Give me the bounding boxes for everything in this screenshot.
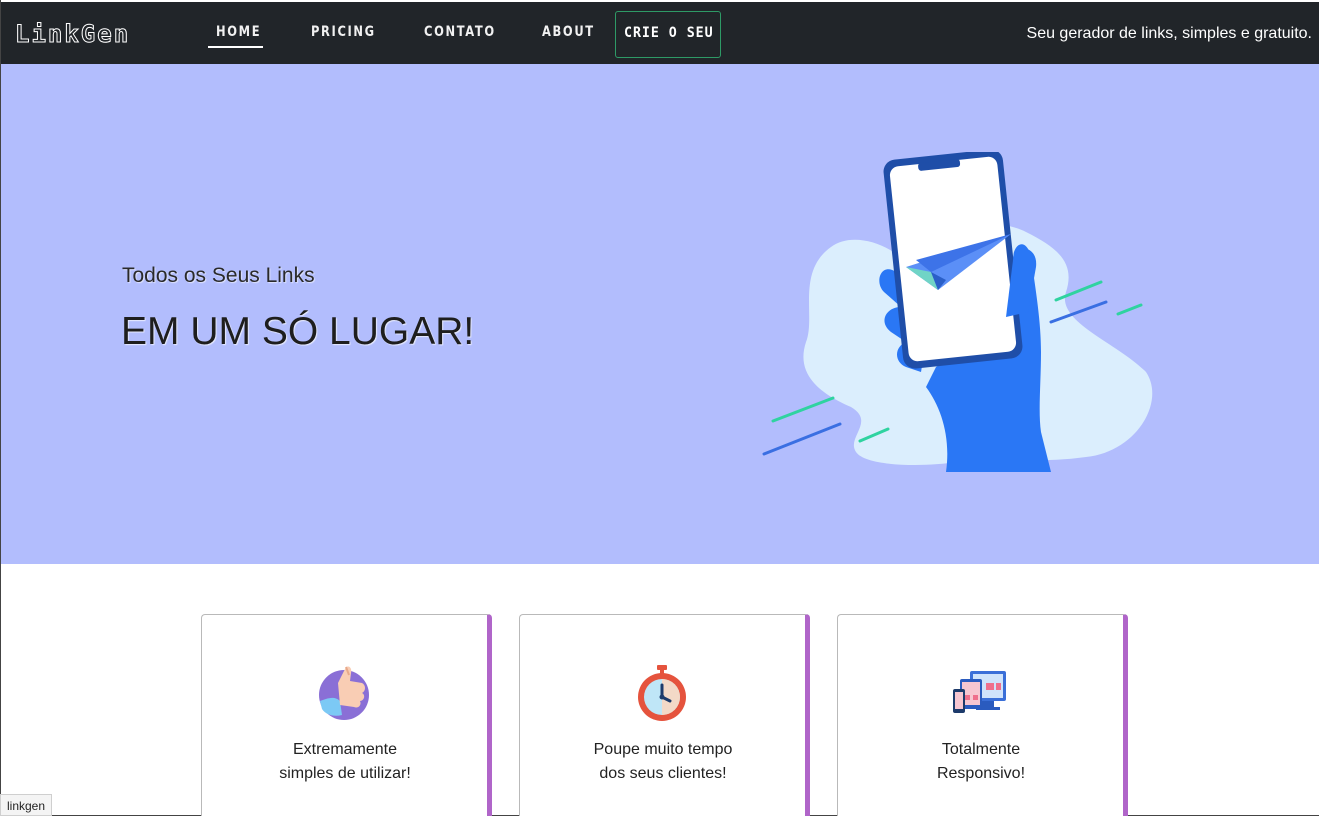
responsive-devices-icon [953,671,1006,713]
feature-card-simple: Extremamente simples de utilizar! [201,614,492,816]
hero-title: EM UM SÓ LUGAR! [121,310,475,353]
feature-card-time: Poupe muito tempo dos seus clientes! [519,614,810,816]
feature-card-responsive: Totalmente Responsivo! [837,614,1128,816]
feature-text: Totalmente Responsivo! [838,738,1124,786]
nav-link-pricing[interactable]: PRICING [311,24,376,40]
feature-line-2: Responsivo! [936,765,1026,782]
active-nav-underline [208,46,263,48]
create-link-button-label[interactable]: CRIE O SEU [624,25,714,41]
feature-text: Poupe muito tempo dos seus clientes! [520,738,806,786]
thumbs-up-icon [319,666,369,720]
hero-subtitle: Todos os Seus Links [122,264,315,287]
nav-link-home[interactable]: HOME [216,24,261,40]
feature-line-1: Poupe muito tempo [593,741,733,758]
nav-link-about[interactable]: ABOUT [542,24,595,40]
hero-section: Todos os Seus Links EM UM SÓ LUGAR! [1,64,1319,564]
stopwatch-icon [638,665,686,721]
navbar-tagline: Seu gerador de links, simples e gratuito… [1026,25,1312,42]
feature-text: Extremamente simples de utilizar! [202,738,488,786]
brand-logo[interactable]: LinkGen [14,20,130,49]
feature-line-1: Totalmente [941,741,1021,758]
feature-line-2: dos seus clientes! [599,765,727,782]
nav-link-contato[interactable]: CONTATO [424,24,496,40]
top-navbar: LinkGen HOME PRICING CONTATO ABOUT CRIE … [1,2,1319,64]
feature-line-1: Extremamente [292,741,398,758]
hand-phone-paper-plane-icon [762,152,1153,472]
feature-line-2: simples de utilizar! [279,765,411,782]
status-tooltip: linkgen [0,794,53,816]
